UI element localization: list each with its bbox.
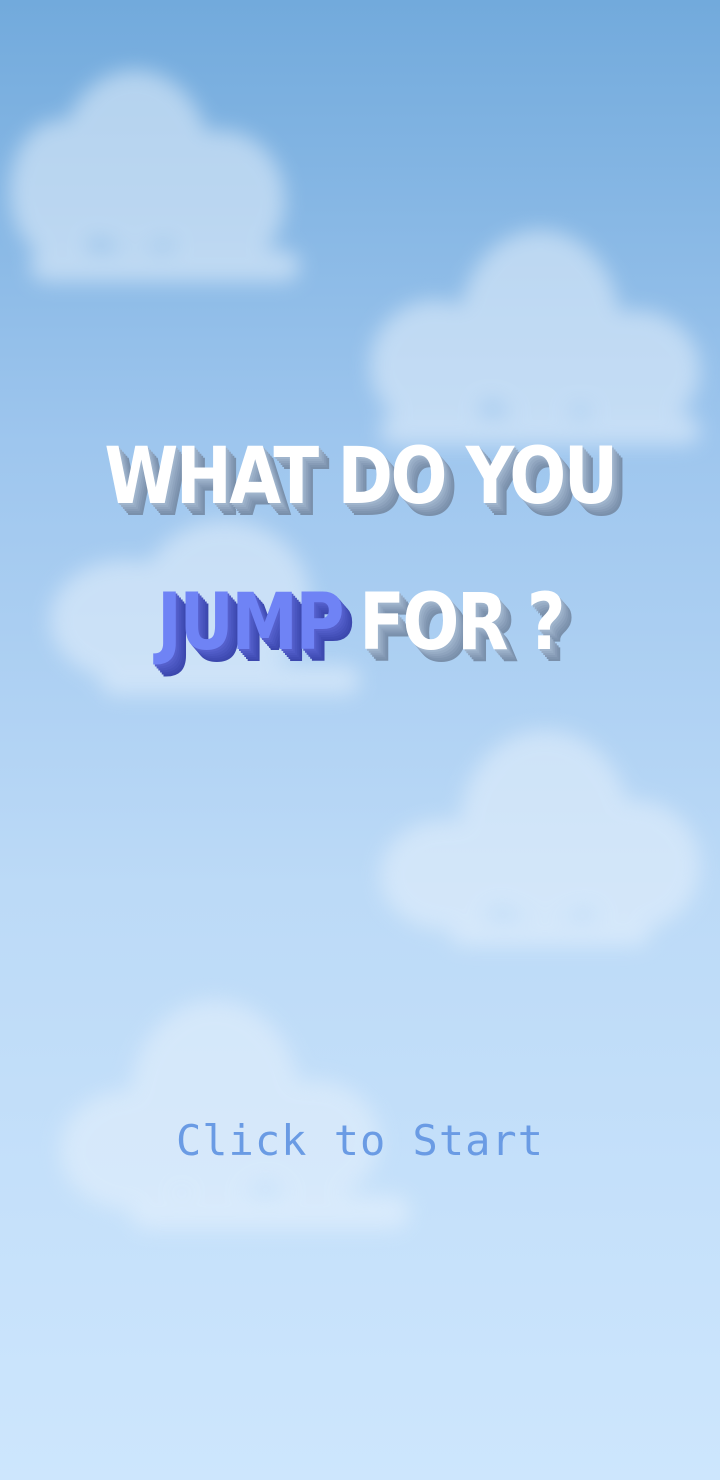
start-button[interactable]: Click to Start xyxy=(0,1116,720,1165)
game-screen[interactable]: { "title": { "line1": "WHAT DO YOU", "li… xyxy=(0,0,720,1480)
cloud-4 xyxy=(370,720,710,960)
title-line-1: WHAT DO YOU xyxy=(50,438,669,516)
title-highlight-word: JUMP xyxy=(156,578,345,668)
cloud-1 xyxy=(0,60,310,300)
cloud-2 xyxy=(360,220,710,460)
title-text-line-1: WHAT DO YOU xyxy=(104,432,618,522)
title-text-line-2-rest: FOR ? xyxy=(359,578,565,668)
title-line-2: JUMP FOR ? xyxy=(50,584,669,662)
